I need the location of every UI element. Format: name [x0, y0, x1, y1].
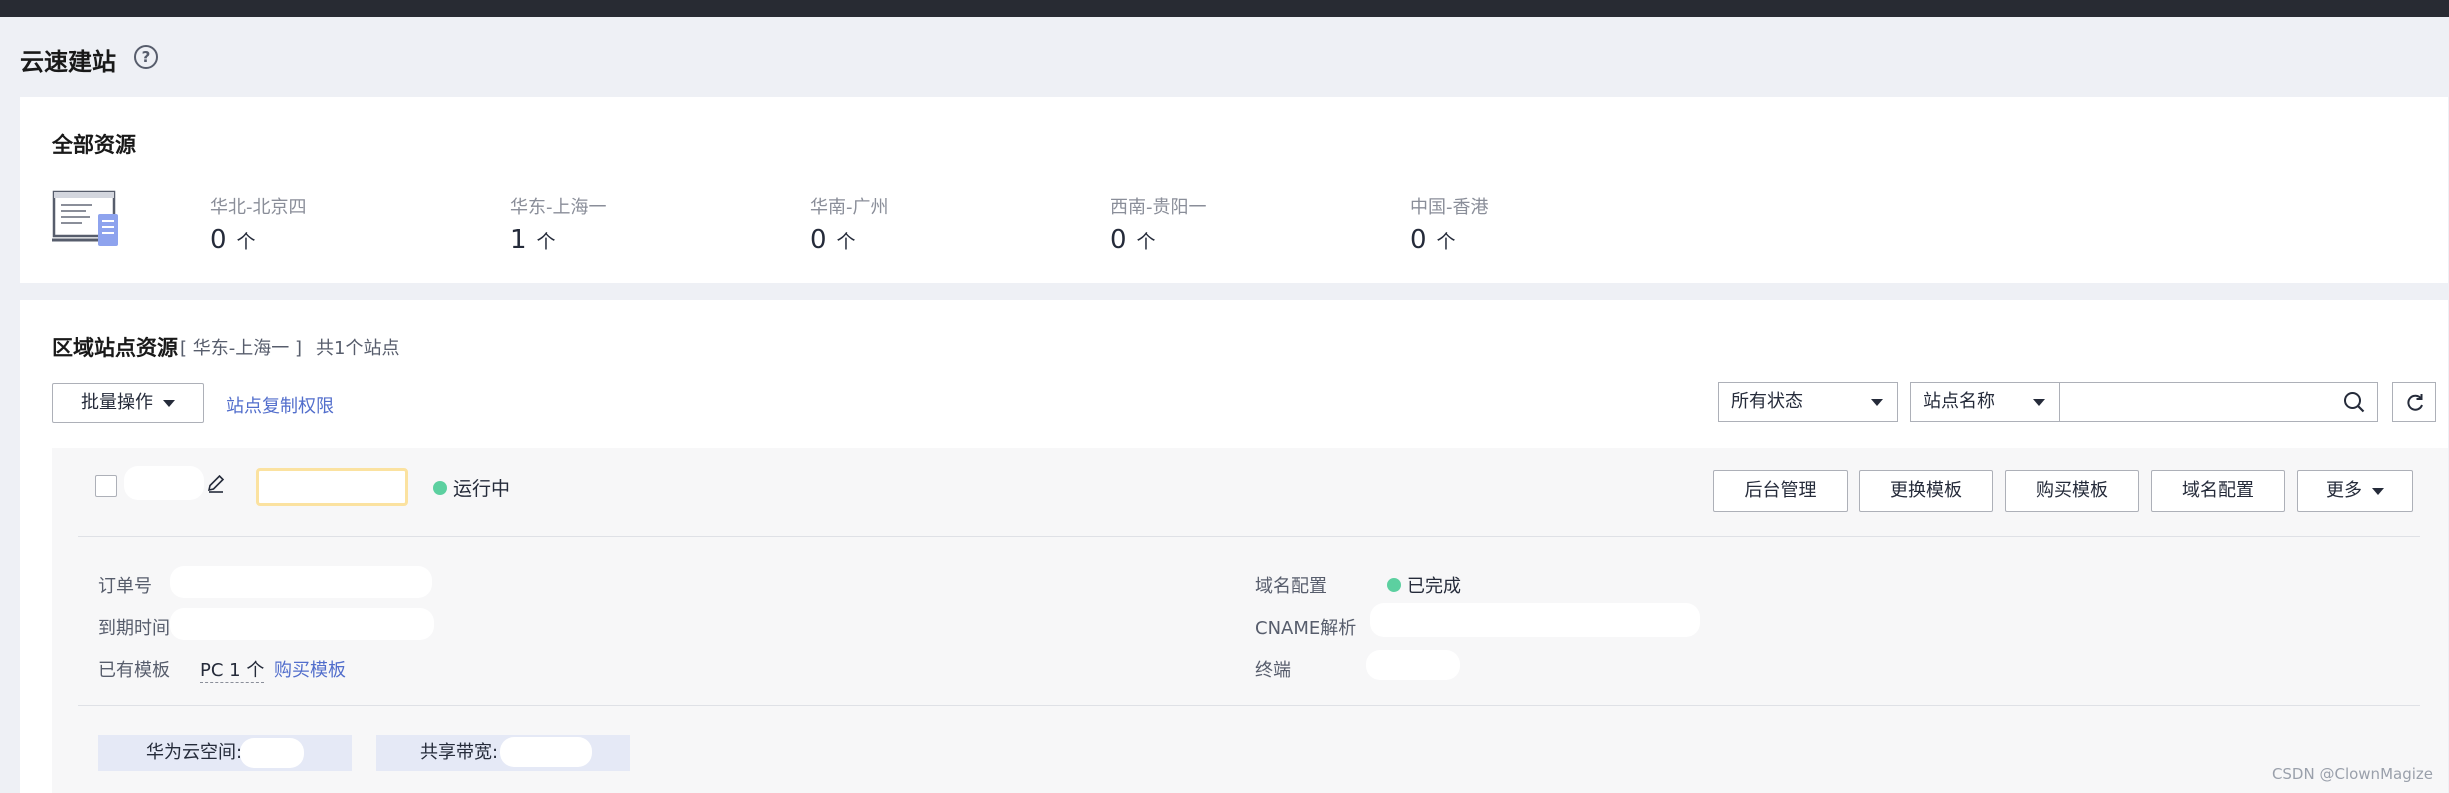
- chevron-down-icon: [1871, 399, 1883, 406]
- site-total-count: 共1个站点: [316, 338, 400, 359]
- help-icon[interactable]: ?: [134, 45, 158, 69]
- region-name: 华南-广州: [810, 197, 889, 218]
- all-resources-title: 全部资源: [52, 133, 136, 157]
- refresh-icon: [2407, 394, 2423, 411]
- region-unit: 个: [536, 231, 556, 253]
- more-label: 更多: [2326, 480, 2362, 501]
- divider: [78, 705, 2420, 706]
- status-filter-select[interactable]: 所有状态: [1718, 382, 1898, 422]
- site-name-redacted: [124, 466, 204, 500]
- region-count: 0: [810, 225, 827, 255]
- region-count: 0: [1410, 225, 1427, 255]
- refresh-button[interactable]: [2392, 382, 2436, 422]
- admin-manage-button[interactable]: 后台管理: [1713, 470, 1848, 512]
- chevron-down-icon: [163, 399, 175, 407]
- region-unit: 个: [1136, 231, 1156, 253]
- expire-time-redacted: [170, 608, 434, 640]
- site-tag-redacted: [256, 468, 408, 506]
- chevron-down-icon: [2372, 487, 2384, 495]
- region-stat-guangzhou: 华南-广州 0个: [810, 193, 889, 255]
- top-nav-bar: [0, 0, 2449, 17]
- status-filter-value: 所有状态: [1731, 391, 1803, 412]
- region-sites-card: 区域站点资源 [ 华东-上海一 ] 共1个站点 批量操作 站点复制权限 所有状态…: [20, 300, 2448, 793]
- region-stat-guiyang: 西南-贵阳一 0个: [1110, 193, 1207, 255]
- region-unit: 个: [236, 231, 256, 253]
- cloud-space-label: 华为云空间:: [146, 742, 243, 763]
- region-unit: 个: [1436, 231, 1456, 253]
- page-title: 云速建站: [20, 48, 116, 76]
- csdn-watermark: CSDN @ClownMagize: [2271, 765, 2433, 783]
- site-status: 运行中: [453, 478, 511, 500]
- template-count[interactable]: PC 1 个: [200, 656, 265, 683]
- resource-monitor-icon: [52, 190, 118, 246]
- batch-operation-button[interactable]: 批量操作: [52, 383, 204, 423]
- domain-status-dot: [1387, 578, 1401, 592]
- change-template-button[interactable]: 更换模板: [1859, 470, 1993, 512]
- divider: [78, 536, 2420, 537]
- current-region-label: [ 华东-上海一 ]: [180, 338, 302, 359]
- cname-value-redacted: [1370, 603, 1700, 637]
- region-name: 华东-上海一: [510, 197, 607, 218]
- region-sites-title: 区域站点资源: [52, 336, 178, 360]
- cloud-space-redacted: [240, 738, 304, 768]
- site-search-input[interactable]: [2060, 382, 2378, 422]
- chevron-down-icon: [2033, 399, 2045, 406]
- search-icon[interactable]: [2343, 391, 2365, 413]
- domain-status: 已完成: [1407, 576, 1461, 597]
- shared-bandwidth-label: 共享带宽:: [420, 742, 499, 763]
- terminal-value-redacted: [1366, 650, 1460, 680]
- existing-template-label: 已有模板: [98, 660, 170, 681]
- site-copy-permission-link[interactable]: 站点复制权限: [226, 392, 334, 418]
- region-count: 0: [210, 225, 227, 255]
- region-name: 中国-香港: [1410, 197, 1489, 218]
- region-unit: 个: [836, 231, 856, 253]
- order-number-redacted: [170, 566, 432, 598]
- terminal-label: 终端: [1255, 660, 1291, 681]
- region-stat-beijing: 华北-北京四 0个: [210, 193, 307, 255]
- region-stat-hongkong: 中国-香港 0个: [1410, 193, 1489, 255]
- more-button[interactable]: 更多: [2297, 470, 2413, 512]
- running-status-dot: [433, 481, 447, 495]
- search-field-select[interactable]: 站点名称: [1910, 382, 2060, 422]
- region-count: 1: [510, 225, 527, 255]
- domain-config-button[interactable]: 域名配置: [2151, 470, 2285, 512]
- site-select-checkbox[interactable]: [95, 475, 117, 497]
- cname-label: CNAME解析: [1255, 618, 1357, 639]
- buy-template-button[interactable]: 购买模板: [2005, 470, 2139, 512]
- region-count: 0: [1110, 225, 1127, 255]
- region-name: 华北-北京四: [210, 197, 307, 218]
- site-item: 运行中 后台管理 更换模板 购买模板 域名配置 更多 订单号 到期时间 已有模板…: [52, 448, 2448, 793]
- all-resources-card: 全部资源 华北-北京四 0个 华东-上海一 1个 华南-广州 0个 西南-贵阳一…: [20, 97, 2448, 283]
- cloud-space-chip: 华为云空间:: [98, 735, 352, 771]
- shared-bandwidth-redacted: [500, 737, 592, 767]
- search-field-value: 站点名称: [1923, 391, 1995, 412]
- domain-config-label: 域名配置: [1255, 576, 1327, 597]
- edit-icon[interactable]: [206, 473, 226, 493]
- region-name: 西南-贵阳一: [1110, 197, 1207, 218]
- expire-time-label: 到期时间: [98, 618, 170, 639]
- region-stat-shanghai: 华东-上海一 1个: [510, 193, 607, 255]
- buy-template-link[interactable]: 购买模板: [274, 656, 346, 682]
- batch-operation-label: 批量操作: [81, 392, 153, 413]
- order-number-label: 订单号: [98, 576, 152, 597]
